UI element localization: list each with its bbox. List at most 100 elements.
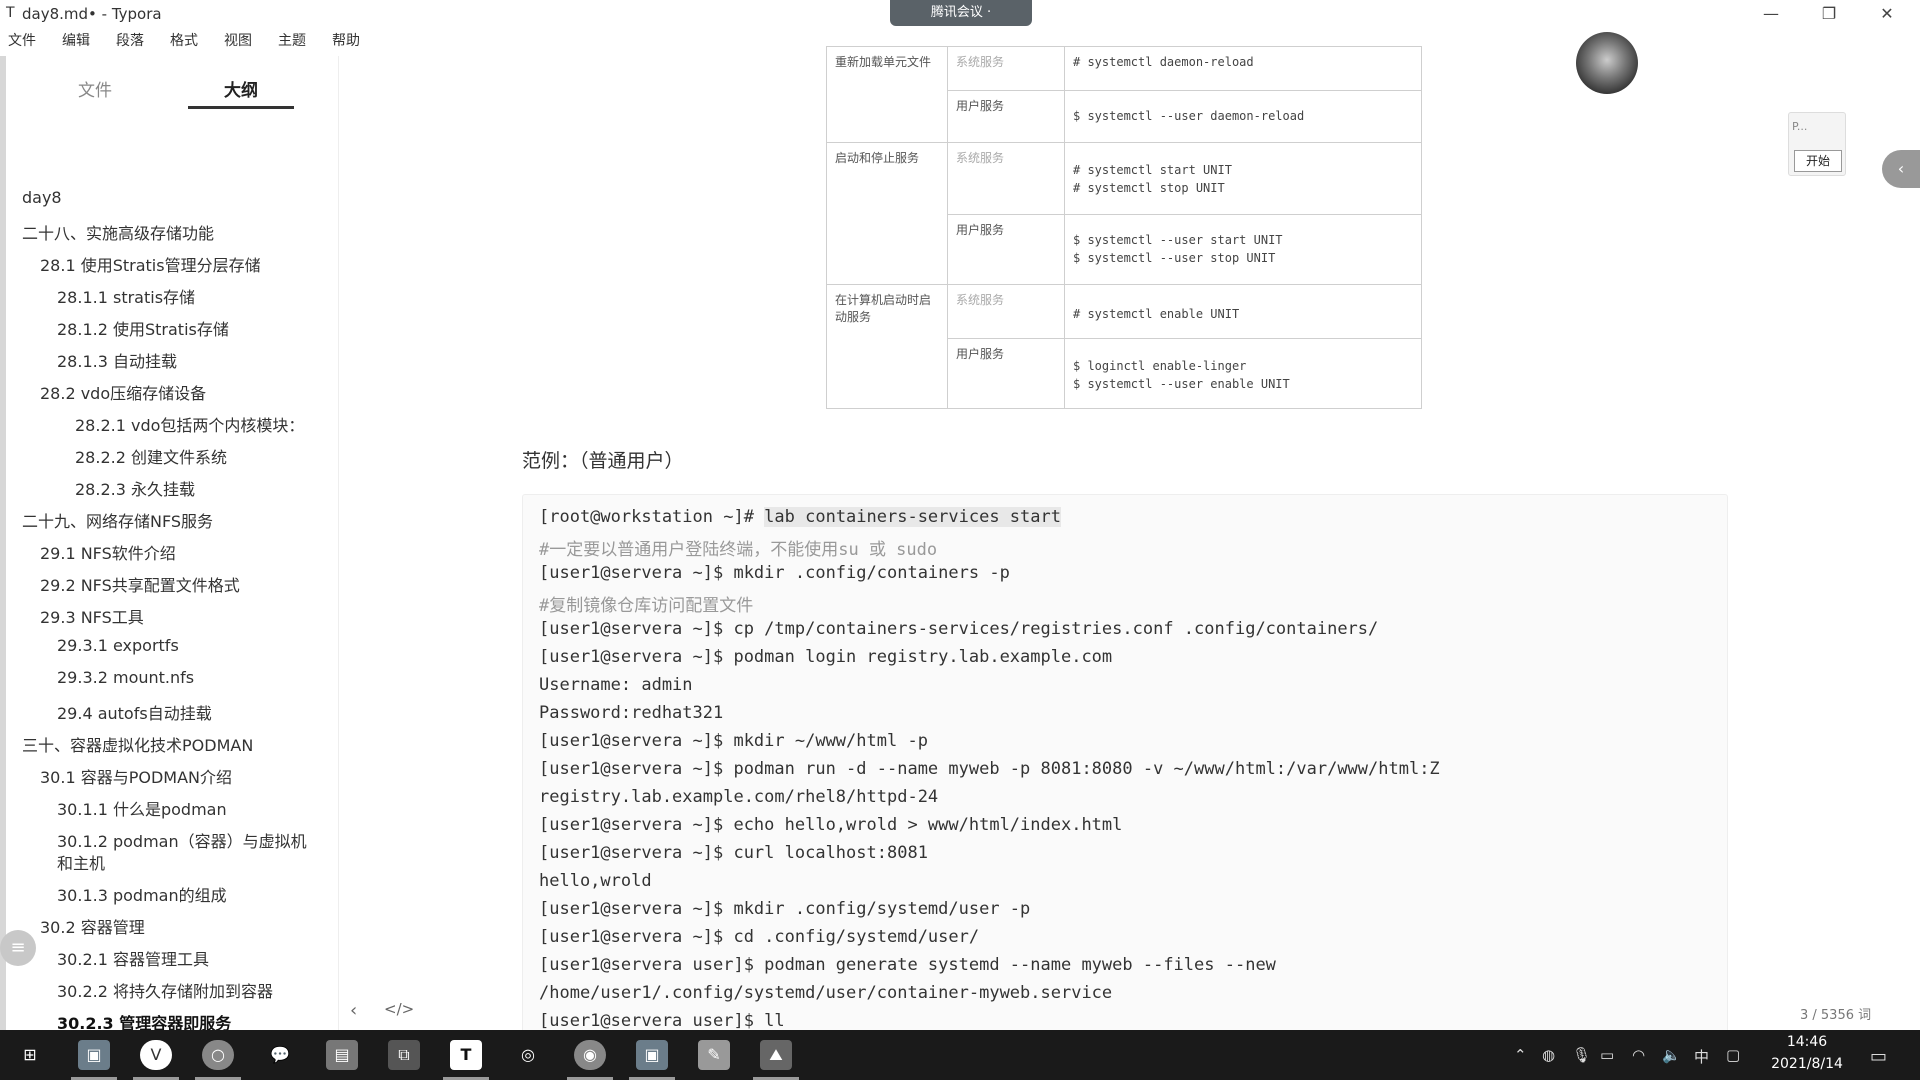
windows-start-icon[interactable]: ⊞ (14, 1040, 46, 1070)
outline-item[interactable]: 30.1.3 podman的组成 (57, 882, 227, 906)
table-cell-cmd: # systemctl enable UNIT (1064, 284, 1422, 339)
cmd-line: # systemctl enable UNIT (1073, 307, 1240, 321)
clock-time[interactable]: 14:46 (1770, 1034, 1844, 1050)
menu-help[interactable]: 帮助 (324, 30, 360, 52)
outline-item[interactable]: 29.3.2 mount.nfs (57, 668, 194, 687)
code-line: [user1@servera ~]$ mkdir .config/systemd… (539, 899, 1031, 919)
volume-icon[interactable]: 🔈 (1662, 1046, 1681, 1064)
outline-item[interactable]: 28.2.3 永久挂载 (75, 476, 195, 500)
menu-paragraph[interactable]: 段落 (108, 30, 144, 52)
tab-outline[interactable]: 大纲 (224, 76, 258, 101)
outline-item[interactable]: 28.1.1 stratis存储 (57, 284, 195, 308)
code-line: [user1@servera ~]$ curl localhost:8081 (539, 843, 928, 863)
menu-view[interactable]: 视图 (216, 30, 252, 52)
code-line: [user1@servera ~]$ podman login registry… (539, 647, 1113, 667)
avatar[interactable] (1576, 32, 1638, 94)
notification-icon[interactable]: ▭ (1870, 1046, 1887, 1067)
microphone-icon[interactable]: 🎙 (1572, 1046, 1591, 1064)
outline-item[interactable]: 30.1.1 什么是podman (57, 796, 227, 820)
outline-item[interactable]: 29.1 NFS软件介绍 (40, 540, 176, 564)
code-line: #复制镜像仓库访问配置文件 (539, 596, 754, 616)
photos-app-icon[interactable]: ⛰ (760, 1040, 792, 1070)
code-line: [user1@servera ~]$ podman run -d --name … (539, 759, 1440, 779)
start-button[interactable]: 开始 (1794, 150, 1842, 172)
table-cell-cmd: # systemctl daemon-reload (1064, 46, 1422, 91)
table-cell-type: 用户服务 (947, 90, 1065, 143)
menu-file[interactable]: 文件 (0, 30, 36, 52)
outline-item[interactable]: 29.3.1 exportfs (57, 636, 179, 655)
outline-item[interactable]: 29.2 NFS共享配置文件格式 (40, 572, 240, 596)
tencent-meeting-bar[interactable]: 腾讯会议 · (890, 0, 1032, 26)
tab-active-indicator (188, 106, 294, 109)
menu-format[interactable]: 格式 (162, 30, 198, 52)
tab-files[interactable]: 文件 (78, 76, 112, 101)
outline-item[interactable]: 二十九、网络存储NFS服务 (22, 508, 213, 532)
cmd-line: $ loginctl enable-linger (1073, 359, 1247, 373)
ime-indicator[interactable]: 中 (1694, 1046, 1709, 1067)
menu-theme[interactable]: 主题 (270, 30, 306, 52)
restore-button[interactable]: ❐ (1806, 0, 1852, 28)
chevron-up-icon[interactable]: ⌃ (1514, 1046, 1527, 1064)
notepad-app-icon[interactable]: ✎ (698, 1040, 730, 1070)
table-cell-type: 系统服务 (947, 46, 1065, 91)
paint-app-2-icon[interactable]: ▣ (636, 1040, 668, 1070)
table-cell-cmd: $ loginctl enable-linger $ systemctl --u… (1064, 338, 1422, 409)
systemctl-table: 重新加载单元文件 系统服务 # systemctl daemon-reload … (826, 46, 1422, 409)
tray-square-icon[interactable]: ▢ (1726, 1046, 1740, 1064)
chrome-app-icon[interactable]: ◉ (574, 1040, 606, 1070)
outline-item[interactable]: 29.3 NFS工具 (40, 604, 144, 628)
outline-item[interactable]: 30.2 容器管理 (40, 914, 145, 938)
code-line: hello,wrold (539, 871, 652, 891)
wechat-app-icon[interactable]: 💬 (264, 1040, 296, 1070)
chevron-left-icon[interactable]: ‹ (350, 1000, 357, 1021)
table-cell-scenario: 在计算机启动时启动服务 (826, 284, 948, 409)
outline-item[interactable]: 28.1 使用Stratis管理分层存储 (40, 252, 261, 276)
outline-item[interactable]: 28.2 vdo压缩存储设备 (40, 380, 206, 404)
menu-lines-icon[interactable]: ≡ (0, 930, 36, 966)
outline-item[interactable]: 二十八、实施高级存储功能 (22, 220, 214, 244)
code-line: Username: admin (539, 675, 693, 695)
menu-edit[interactable]: 编辑 (54, 30, 90, 52)
obs-app-icon[interactable]: ○ (202, 1040, 234, 1070)
outline-item[interactable]: 三十、容器虚拟化技术PODMAN (22, 732, 253, 756)
outline-item[interactable]: day8 (22, 188, 62, 207)
wifi-icon[interactable]: ◠ (1632, 1046, 1645, 1064)
outline-item[interactable]: 28.1.2 使用Stratis存储 (57, 316, 229, 340)
typora-app-icon[interactable]: T (450, 1040, 482, 1070)
table-cell-type: 系统服务 (947, 142, 1065, 215)
outline-item-wrap[interactable]: 和主机 (57, 850, 105, 874)
code-prompt: [root@workstation ~]# (539, 507, 765, 527)
cmd-line: $ systemctl --user enable UNIT (1073, 377, 1290, 391)
paint-app-icon[interactable]: ▣ (78, 1040, 110, 1070)
outline-item[interactable]: 30.2.2 将持久存储附加到容器 (57, 978, 273, 1002)
cmd-line: $ systemctl --user stop UNIT (1073, 251, 1276, 265)
close-button[interactable]: ✕ (1864, 0, 1910, 28)
outline-item[interactable]: 30.2.1 容器管理工具 (57, 946, 209, 970)
vivaldi-browser-icon[interactable]: V (140, 1040, 172, 1070)
floating-panel-label: P... (1792, 120, 1808, 133)
chevron-left-icon[interactable]: ‹ (1882, 150, 1920, 188)
file-explorer-icon[interactable]: ▤ (326, 1040, 358, 1070)
code-block[interactable]: [root@workstation ~]# lab containers-ser… (522, 494, 1728, 1036)
code-line: [root@workstation ~]# lab containers-ser… (539, 507, 1061, 527)
code-line: [user1@servera ~]$ mkdir ~/www/html -p (539, 731, 928, 751)
table-cell-scenario: 重新加载单元文件 (826, 46, 948, 143)
source-code-toggle-icon[interactable]: </> (384, 1000, 414, 1018)
table-cell-type: 系统服务 (947, 284, 1065, 339)
word-count[interactable]: 3 / 5356 词 (1800, 1004, 1871, 1023)
tray-app-icon[interactable]: ◍ (1542, 1046, 1555, 1064)
steam-app-icon[interactable]: ◎ (512, 1040, 544, 1070)
clock-date[interactable]: 2021/8/14 (1762, 1056, 1852, 1072)
battery-icon[interactable]: ▭ (1600, 1046, 1614, 1064)
outline-item[interactable]: 29.4 autofs自动挂载 (57, 700, 212, 724)
outline-item[interactable]: 28.2.1 vdo包括两个内核模块： (75, 412, 304, 436)
outline-item[interactable]: 30.1.2 podman（容器）与虚拟机 (57, 828, 307, 852)
example-heading: 范例：（普通用户） (522, 450, 684, 472)
code-line: [user1@servera ~]$ mkdir .config/contain… (539, 563, 1010, 583)
code-line: #一定要以普通用户登陆终端，不能使用su 或 sudo (539, 540, 938, 560)
outline-item[interactable]: 28.2.2 创建文件系统 (75, 444, 227, 468)
vmware-app-icon[interactable]: ⧉ (388, 1040, 420, 1070)
outline-item[interactable]: 30.1 容器与PODMAN介绍 (40, 764, 232, 788)
outline-item[interactable]: 28.1.3 自动挂载 (57, 348, 177, 372)
minimize-button[interactable]: — (1748, 0, 1794, 28)
